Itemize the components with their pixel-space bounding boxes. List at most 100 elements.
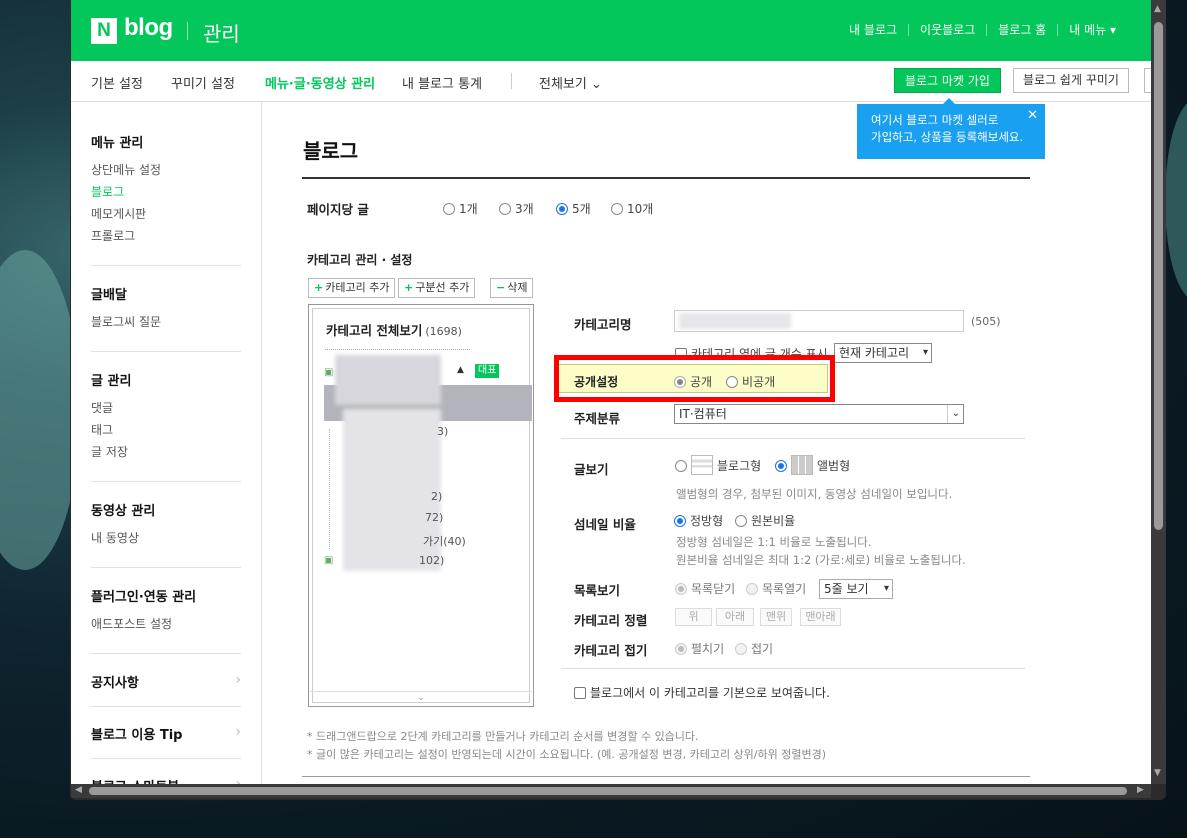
public-radio[interactable]: 공개 <box>674 373 712 390</box>
vertical-scrollbar[interactable]: ▲ ▼ <box>1151 0 1166 784</box>
checkbox-icon <box>574 687 586 699</box>
blog-logo[interactable]: blog <box>124 14 173 42</box>
scroll-down-icon[interactable]: ▼ <box>1154 768 1161 778</box>
album-view-radio[interactable]: 앨범형 <box>775 455 850 475</box>
private-radio[interactable]: 비공개 <box>726 373 775 390</box>
list-rows-select[interactable]: 5줄 보기 ▾ <box>819 579 893 599</box>
menu-management-section: 메뉴 관리 상단메뉴 설정 블로그 메모게시판 프롤로그 <box>91 132 241 247</box>
sort-bottom-button[interactable]: 맨아래 <box>800 608 841 626</box>
naver-n-logo[interactable]: N <box>91 18 117 44</box>
radio-disabled-icon <box>675 643 687 655</box>
more-button-edge[interactable] <box>1144 68 1151 93</box>
admin-title: 관리 <box>203 22 240 46</box>
expand-radio[interactable]: 펼치기 <box>675 640 724 657</box>
tab-basic-settings[interactable]: 기본 설정 <box>91 73 143 92</box>
my-menu-link[interactable]: 내 메뉴 ▾ <box>1057 24 1127 36</box>
view-type-label: 글보기 <box>574 462 609 477</box>
sidebar-divider <box>91 653 241 654</box>
per-page-1[interactable]: 1개 <box>443 200 478 217</box>
tab-decoration-settings[interactable]: 꾸미기 설정 <box>171 73 235 92</box>
list-close-radio[interactable]: 목록닫기 <box>675 580 735 597</box>
delete-button[interactable]: − 삭제 <box>490 278 534 298</box>
tooltip-line-2: 가입하고, 상품을 등록해보세요. <box>871 130 1024 144</box>
blog-home-link[interactable]: 블로그 홈 <box>986 24 1057 36</box>
section-divider <box>561 668 1025 669</box>
scroll-up-icon[interactable]: ▲ <box>1154 4 1161 14</box>
topic-select[interactable]: IT·컴퓨터 ⌄ <box>674 404 964 424</box>
sidebar-item-top-menu[interactable]: 상단메뉴 설정 <box>91 159 241 181</box>
sidebar-item-tags[interactable]: 태그 <box>91 419 241 441</box>
list-layout-icon <box>691 455 713 475</box>
neighbor-blog-link[interactable]: 이웃블로그 <box>908 24 986 36</box>
horizontal-scroll-thumb[interactable] <box>89 787 1127 795</box>
horizontal-scrollbar[interactable]: ◀ ▶ <box>71 784 1151 798</box>
list-open-radio[interactable]: 목록열기 <box>746 580 806 597</box>
notice-link[interactable]: 공지사항 › <box>91 672 241 699</box>
tip-link[interactable]: 블로그 이용 Tip › <box>91 724 241 751</box>
original-ratio-radio[interactable]: 원본비율 <box>735 512 795 529</box>
per-page-5[interactable]: 5개 <box>556 200 591 217</box>
sidebar-item-post-save[interactable]: 글 저장 <box>91 441 241 463</box>
add-divider-button[interactable]: + 구분선 추가 <box>398 278 476 298</box>
scroll-left-icon[interactable]: ◀ <box>75 785 82 795</box>
category-item[interactable]: 72) <box>425 511 443 524</box>
collapse-radio[interactable]: 접기 <box>735 640 773 657</box>
smartbot-link[interactable]: 블로그 스마트봇 › <box>91 776 241 784</box>
sort-top-button[interactable]: 맨위 <box>760 608 792 626</box>
count-position-select[interactable]: 현재 카테고리 ▾ <box>834 343 932 363</box>
post-management-section: 글 관리 댓글 태그 글 저장 <box>91 370 241 463</box>
collapse-arrow-icon[interactable]: ▲ <box>457 365 464 375</box>
radio-disabled-icon <box>735 643 747 655</box>
chevron-down-icon: ⌄ <box>946 405 960 423</box>
default-category-checkbox[interactable]: 블로그에서 이 카테고리를 기본으로 보여줍니다. <box>574 684 830 701</box>
per-page-10[interactable]: 10개 <box>611 200 653 217</box>
sidebar-item-blog[interactable]: 블로그 <box>91 181 241 203</box>
vertical-scroll-thumb[interactable] <box>1154 22 1163 530</box>
sidebar-item-my-videos[interactable]: 내 동영상 <box>91 527 241 549</box>
scroll-right-icon[interactable]: ▶ <box>1137 785 1144 795</box>
chevron-right-icon: › <box>235 724 241 740</box>
close-icon[interactable]: ✕ <box>1027 107 1038 124</box>
default-category-label: 블로그에서 이 카테고리를 기본으로 보여줍니다. <box>590 686 830 700</box>
blog-view-radio[interactable]: 블로그형 <box>675 455 761 475</box>
square-ratio-radio[interactable]: 정방형 <box>674 512 723 529</box>
category-post-count: (505) <box>971 315 1001 328</box>
private-label: 비공개 <box>742 375 776 389</box>
public-setting-label: 공개설정 <box>574 375 619 389</box>
blog-market-join-button[interactable]: 블로그 마켓 가입 <box>894 68 1001 93</box>
tab-menu-post-video[interactable]: 메뉴·글·동영상 관리 <box>265 73 375 92</box>
chevron-down-icon: ▾ <box>922 347 928 358</box>
square-ratio-label: 정방형 <box>690 514 724 528</box>
sidebar-item-adpost[interactable]: 애드포스트 설정 <box>91 613 241 635</box>
category-all-label: 카테고리 전체보기 <box>326 323 423 338</box>
sidebar-item-comments[interactable]: 댓글 <box>91 397 241 419</box>
sort-up-button[interactable]: 위 <box>675 608 712 626</box>
sidebar-divider <box>91 351 241 352</box>
category-item[interactable]: 102) <box>419 554 444 567</box>
add-divider-label: 구분선 추가 <box>415 281 470 294</box>
sort-down-button[interactable]: 아래 <box>716 608 754 626</box>
category-item[interactable]: 가기(40) <box>423 533 466 549</box>
sidebar-item-memo-board[interactable]: 메모게시판 <box>91 203 241 225</box>
radio-disabled-icon <box>675 583 687 595</box>
sidebar-item-prologue[interactable]: 프롤로그 <box>91 225 241 247</box>
add-category-button[interactable]: + 카테고리 추가 <box>308 278 396 298</box>
topic-value: IT·컴퓨터 <box>679 407 727 421</box>
category-fold-label: 카테고리 접기 <box>574 643 648 658</box>
category-item[interactable]: 3) <box>437 425 448 438</box>
my-blog-link[interactable]: 내 블로그 <box>838 24 908 36</box>
sidebar-heading-smartbot: 블로그 스마트봇 <box>91 776 241 784</box>
tab-blog-stats[interactable]: 내 블로그 통계 <box>402 73 482 92</box>
sidebar-item-blogc-question[interactable]: 블로그씨 질문 <box>91 311 241 333</box>
sidebar-heading-notice: 공지사항 <box>91 676 139 691</box>
tab-view-all[interactable]: 전체보기 ⌄ <box>539 73 602 92</box>
radio-checked-icon <box>556 203 568 215</box>
per-page-5-label: 5개 <box>572 202 591 216</box>
category-item[interactable]: 2) <box>431 490 442 503</box>
per-page-3[interactable]: 3개 <box>499 200 534 217</box>
resize-handle[interactable]: ⌄ <box>310 691 532 705</box>
desktop-wallpaper <box>0 250 80 570</box>
category-name-input[interactable] <box>674 310 964 332</box>
category-all-item[interactable]: 카테고리 전체보기 (1698) <box>326 320 462 339</box>
easy-decorate-button[interactable]: 블로그 쉽게 꾸미기 <box>1013 68 1129 93</box>
